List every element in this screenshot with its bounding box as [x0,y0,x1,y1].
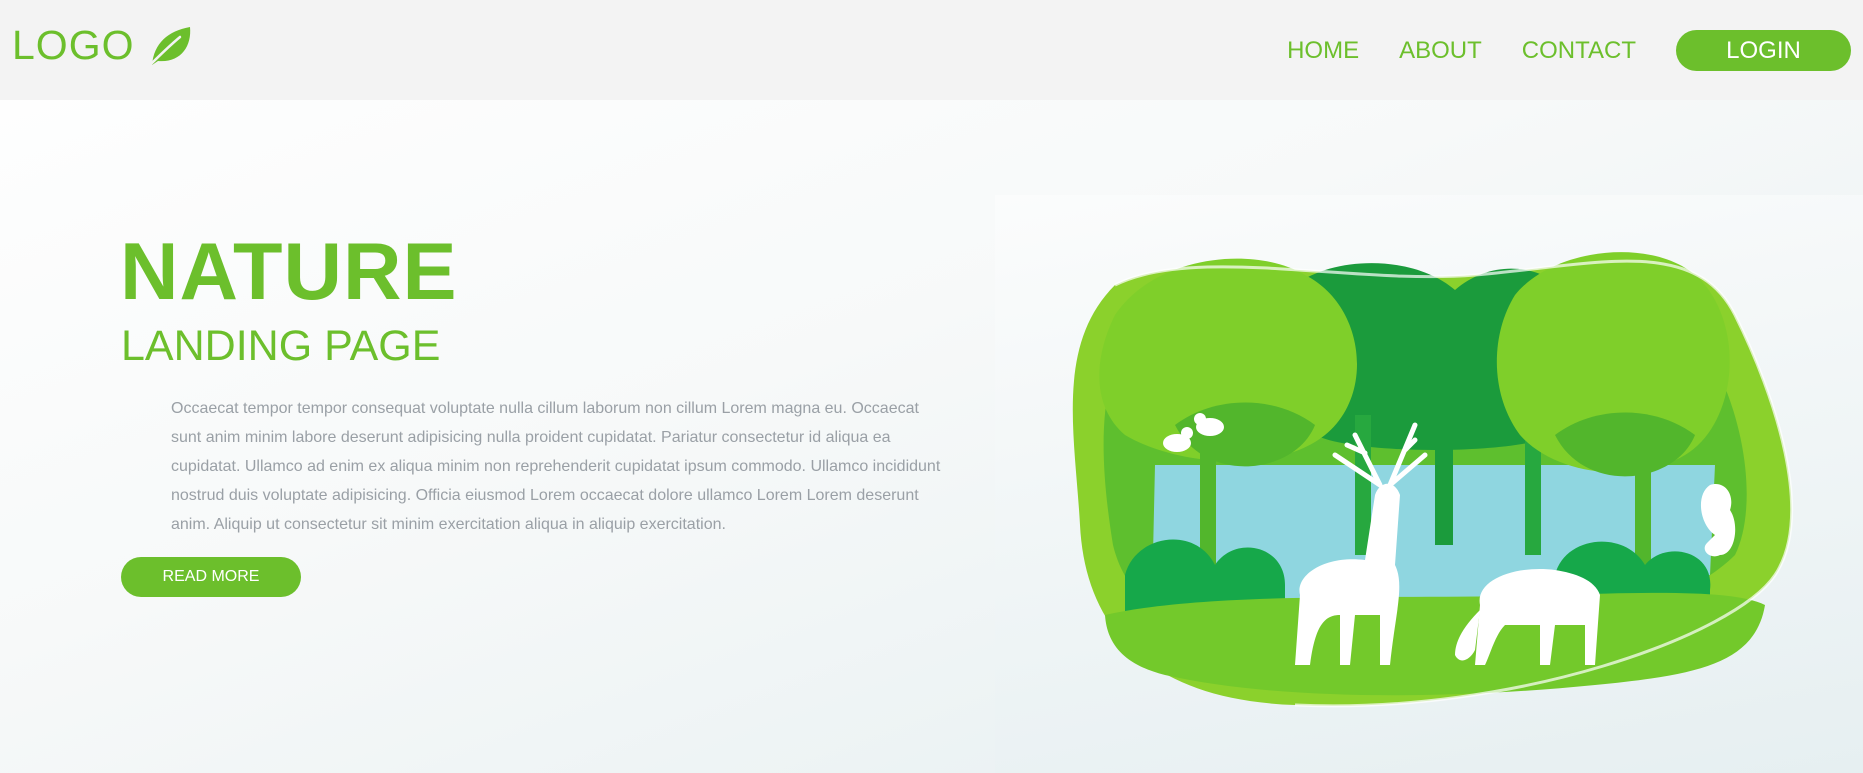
main-nav: HOME ABOUT CONTACT LOGIN [1287,30,1851,71]
leaf-icon [147,26,191,68]
logo[interactable]: LOGO [12,22,194,69]
read-more-button[interactable]: READ MORE [121,557,301,597]
header: LOGO HOME ABOUT CONTACT LOGIN [0,0,1863,100]
hero-illustration-panel [995,195,1863,773]
nav-home-link[interactable]: HOME [1287,37,1359,65]
hero-title: NATURE [120,227,458,317]
nav-contact-link[interactable]: CONTACT [1522,37,1636,65]
hero-subtitle: LANDING PAGE [121,322,441,370]
hero-body-text: Occaecat tempor tempor consequat volupta… [171,400,941,533]
forest-illustration [1072,252,1794,708]
nav-about-link[interactable]: ABOUT [1399,37,1482,65]
logo-text: LOGO [12,22,135,68]
login-button[interactable]: LOGIN [1676,30,1851,71]
